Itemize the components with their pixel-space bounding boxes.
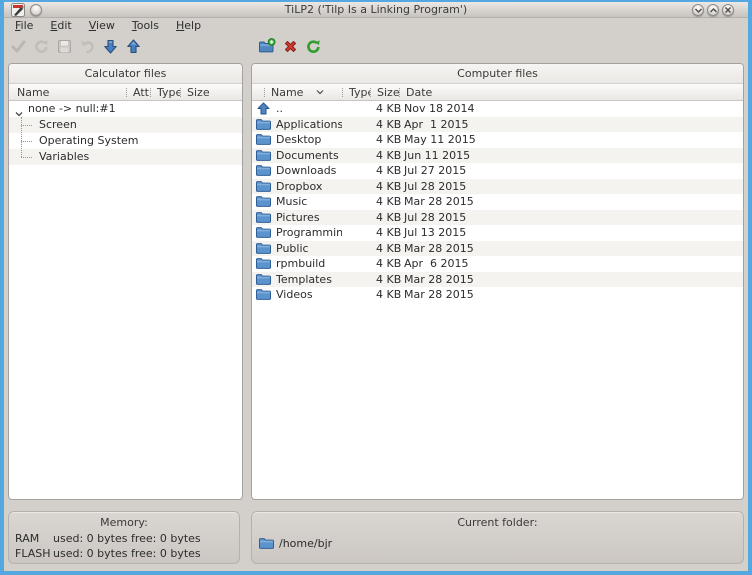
- window-menu-button[interactable]: [30, 4, 42, 16]
- folder-icon: [256, 212, 271, 223]
- tree-item-operating-system[interactable]: Operating System: [9, 133, 242, 149]
- current-folder-panel: Current folder: /home/bjr: [251, 511, 744, 564]
- calculator-table-header: Name Attr Type Size: [9, 84, 242, 101]
- file-row[interactable]: Templates 4 KBMar 28 2015: [252, 272, 743, 288]
- memory-title: Memory:: [9, 512, 239, 529]
- arrow-down-icon: [102, 38, 119, 55]
- refresh-icon: [33, 38, 50, 55]
- memory-flash-value: used: 0 bytes free: 0 bytes: [53, 546, 239, 561]
- current-folder-path: /home/bjr: [279, 537, 332, 550]
- transfer-down-button[interactable]: [101, 38, 119, 56]
- file-row[interactable]: Public 4 KBMar 28 2015: [252, 241, 743, 257]
- folder-icon: [256, 258, 271, 269]
- file-row[interactable]: Music 4 KBMar 28 2015: [252, 194, 743, 210]
- calculator-files-title: Calculator files: [9, 64, 242, 84]
- folder-icon: [256, 119, 271, 130]
- file-row[interactable]: Programming 4 KBJul 13 2015: [252, 225, 743, 241]
- column-header-name[interactable]: Name: [252, 84, 342, 100]
- delete-x-icon: [282, 38, 299, 55]
- titlebar[interactable]: TiLP2 ('Tilp Is a Linking Program'): [4, 2, 748, 18]
- file-row[interactable]: Applications 4 KBApr 1 2015: [252, 117, 743, 133]
- file-row[interactable]: rpmbuild 4 KBApr 6 2015: [252, 256, 743, 272]
- current-folder-title: Current folder:: [252, 512, 743, 529]
- menu-tools[interactable]: Tools: [127, 19, 164, 32]
- folder-icon: [256, 196, 271, 207]
- menu-view[interactable]: View: [84, 19, 120, 32]
- column-header-type[interactable]: Type: [150, 84, 180, 100]
- tree-root-row[interactable]: none -> null:#1: [9, 101, 242, 117]
- folder-icon: [259, 538, 274, 549]
- file-row[interactable]: Desktop 4 KBMay 11 2015: [252, 132, 743, 148]
- column-header-attr[interactable]: Attr: [126, 84, 150, 100]
- calculator-files-panel: Calculator files Name Attr Type Size non…: [8, 63, 243, 500]
- check-icon: [10, 38, 27, 55]
- file-row[interactable]: Dropbox 4 KBJul 28 2015: [252, 179, 743, 195]
- file-row[interactable]: .. 4 KBNov 18 2014: [252, 101, 743, 117]
- column-header-type[interactable]: Type: [342, 84, 370, 100]
- computer-files-panel: Computer files Name Type Size Date .. 4 …: [251, 63, 744, 500]
- delete-button[interactable]: [281, 38, 299, 56]
- tree-item-variables[interactable]: Variables: [9, 149, 242, 165]
- column-header-date[interactable]: Date: [399, 84, 743, 100]
- folder-icon: [256, 165, 271, 176]
- refresh-green-icon: [305, 38, 322, 55]
- menu-file[interactable]: File: [10, 19, 38, 32]
- computer-table-header: Name Type Size Date: [252, 84, 743, 101]
- column-header-size[interactable]: Size: [370, 84, 399, 100]
- folder-icon: [256, 181, 271, 192]
- minimize-button[interactable]: [692, 4, 704, 16]
- file-row[interactable]: Videos 4 KBMar 28 2015: [252, 287, 743, 303]
- folder-icon: [256, 150, 271, 161]
- tree-item-label: Variables: [39, 150, 89, 163]
- sort-indicator-icon: [316, 89, 324, 95]
- menu-help[interactable]: Help: [171, 19, 206, 32]
- memory-ram-label: RAM: [15, 531, 53, 546]
- memory-panel: Memory: RAM used: 0 bytes free: 0 bytes …: [8, 511, 240, 564]
- new-folder-button[interactable]: [258, 38, 276, 56]
- calculator-tree: none -> null:#1 Screen Operating System …: [9, 101, 242, 165]
- up-folder-icon: [256, 102, 271, 115]
- refresh-calc-button[interactable]: [32, 38, 50, 56]
- maximize-button[interactable]: [707, 4, 719, 16]
- column-header-size[interactable]: Size: [180, 84, 242, 100]
- folder-icon: [256, 274, 271, 285]
- tree-item-label: Screen: [39, 118, 77, 131]
- ok-button[interactable]: [9, 38, 27, 56]
- memory-ram-row: RAM used: 0 bytes free: 0 bytes: [15, 531, 239, 546]
- refresh-folder-button[interactable]: [304, 38, 322, 56]
- close-button[interactable]: [722, 4, 734, 16]
- folder-icon: [256, 243, 271, 254]
- file-row[interactable]: Downloads 4 KBJul 27 2015: [252, 163, 743, 179]
- transfer-up-button[interactable]: [124, 38, 142, 56]
- memory-flash-label: FLASH: [15, 546, 53, 561]
- new-folder-icon: [258, 38, 276, 55]
- computer-files-title: Computer files: [252, 64, 743, 84]
- file-row[interactable]: Documents 4 KBJun 11 2015: [252, 148, 743, 164]
- computer-file-list: .. 4 KBNov 18 2014 Applications 4 KBApr …: [252, 101, 743, 303]
- column-header-name[interactable]: Name: [9, 84, 126, 100]
- file-row[interactable]: Pictures 4 KBJul 28 2015: [252, 210, 743, 226]
- menu-edit[interactable]: Edit: [45, 19, 76, 32]
- tilp2-window: TiLP2 ('Tilp Is a Linking Program') File…: [0, 0, 752, 575]
- tree-item-screen[interactable]: Screen: [9, 117, 242, 133]
- save-button[interactable]: [55, 38, 73, 56]
- memory-ram-value: used: 0 bytes free: 0 bytes: [53, 531, 239, 546]
- undo-button[interactable]: [78, 38, 96, 56]
- memory-flash-row: FLASH used: 0 bytes free: 0 bytes: [15, 546, 239, 561]
- menubar: File Edit View Tools Help: [4, 18, 748, 33]
- tree-item-label: Operating System: [39, 134, 139, 147]
- tree-root-label: none -> null:#1: [28, 102, 116, 115]
- folder-icon: [256, 227, 271, 238]
- save-icon: [56, 38, 73, 55]
- folder-icon: [256, 289, 271, 300]
- window-title: TiLP2 ('Tilp Is a Linking Program'): [4, 3, 748, 16]
- folder-icon: [256, 134, 271, 145]
- toolbar: [4, 33, 748, 60]
- undo-icon: [79, 38, 96, 55]
- arrow-up-icon: [125, 38, 142, 55]
